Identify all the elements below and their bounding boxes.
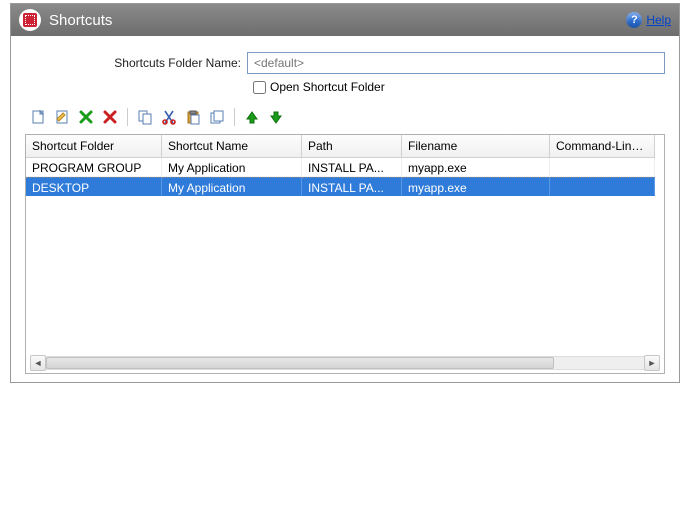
table-cell[interactable]: My Application <box>162 158 302 177</box>
open-folder-checkbox[interactable] <box>253 81 266 94</box>
move-up-button[interactable] <box>243 108 261 126</box>
col-path[interactable]: Path <box>302 135 402 158</box>
col-filename[interactable]: Filename <box>402 135 550 158</box>
col-command-line[interactable]: Command-Line Par <box>550 135 655 158</box>
horizontal-scrollbar[interactable]: ◄ ► <box>30 355 660 371</box>
table-cell[interactable]: DESKTOP <box>26 177 162 196</box>
folder-name-label: Shortcuts Folder Name: <box>25 56 247 70</box>
edit-button[interactable] <box>53 108 71 126</box>
col-shortcut-folder[interactable]: Shortcut Folder <box>26 135 162 158</box>
scroll-right-button[interactable]: ► <box>644 355 660 371</box>
table-cell[interactable]: myapp.exe <box>402 158 550 177</box>
help-link[interactable]: Help <box>646 13 671 27</box>
delete-button[interactable] <box>77 108 95 126</box>
content: Shortcuts Folder Name: Open Shortcut Fol… <box>11 36 679 382</box>
table-cell[interactable] <box>550 177 655 196</box>
table-cell[interactable]: INSTALL PA... <box>302 177 402 196</box>
help-icon[interactable]: ? <box>626 12 642 28</box>
col-shortcut-name[interactable]: Shortcut Name <box>162 135 302 158</box>
duplicate-button[interactable] <box>208 108 226 126</box>
table-cell[interactable] <box>550 158 655 177</box>
move-down-button[interactable] <box>267 108 285 126</box>
paste-button[interactable] <box>184 108 202 126</box>
shortcuts-panel: Shortcuts ? Help Shortcuts Folder Name: … <box>10 3 680 383</box>
scroll-left-button[interactable]: ◄ <box>30 355 46 371</box>
cut-button[interactable] <box>160 108 178 126</box>
table-row-selected[interactable]: DESKTOP My Application INSTALL PA... mya… <box>26 177 664 196</box>
folder-name-input[interactable] <box>247 52 665 74</box>
table-cell[interactable]: myapp.exe <box>402 177 550 196</box>
titlebar: Shortcuts ? Help <box>11 4 679 36</box>
shortcuts-icon <box>19 9 41 31</box>
table-cell[interactable]: My Application <box>162 177 302 196</box>
scroll-track[interactable] <box>46 356 644 370</box>
table-cell[interactable]: INSTALL PA... <box>302 158 402 177</box>
shortcuts-table: Shortcut Folder Shortcut Name Path Filen… <box>25 134 665 374</box>
delete-all-button[interactable] <box>101 108 119 126</box>
table-cell[interactable]: PROGRAM GROUP <box>26 158 162 177</box>
new-button[interactable] <box>29 108 47 126</box>
panel-title: Shortcuts <box>49 12 626 29</box>
scroll-thumb[interactable] <box>46 357 554 369</box>
copy-button[interactable] <box>136 108 154 126</box>
toolbar <box>25 108 665 134</box>
open-folder-label: Open Shortcut Folder <box>270 80 385 94</box>
